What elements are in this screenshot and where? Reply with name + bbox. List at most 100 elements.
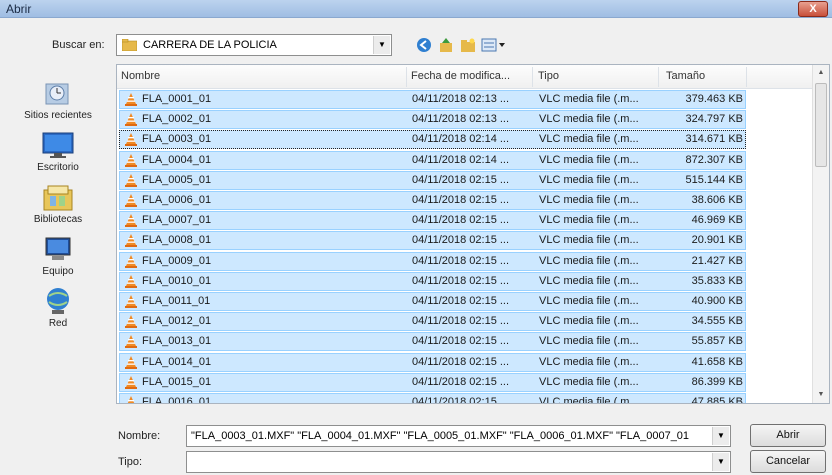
place-libraries[interactable]: Bibliotecas bbox=[6, 182, 110, 225]
file-type: VLC media file (.m... bbox=[539, 93, 639, 105]
filetype-label: Tipo: bbox=[118, 456, 143, 468]
place-label: Equipo bbox=[42, 266, 74, 277]
file-row[interactable]: FLA_0010_01 04/11/2018 02:15 ... VLC media… bbox=[119, 271, 746, 291]
file-date: 04/11/2018 02:15 ... bbox=[412, 234, 510, 247]
vlc-file-icon bbox=[125, 113, 137, 127]
file-row[interactable]: FLA_0014_01 04/11/2018 02:15 ... VLC media… bbox=[119, 352, 746, 372]
up-folder-icon[interactable] bbox=[436, 35, 456, 55]
place-label: Red bbox=[48, 318, 68, 329]
file-size: 314.671 KB bbox=[685, 133, 744, 146]
file-type: VLC media file (.m... bbox=[539, 335, 639, 348]
lookin-dropdown[interactable]: CARRERA DE LA POLICIA ▼ bbox=[116, 34, 392, 56]
file-row[interactable]: FLA_0009_01 04/11/2018 02:15 ... VLC media… bbox=[119, 251, 746, 271]
file-row[interactable]: FLA_0004_01 04/11/2018 02:14 ... VLC media… bbox=[119, 150, 746, 170]
chevron-down-icon[interactable]: ▼ bbox=[373, 36, 390, 54]
file-size: 41.658 KB bbox=[691, 355, 743, 368]
file-name: FLA_0010_01 bbox=[142, 274, 212, 287]
file-name: FLA_0003_01 bbox=[142, 133, 212, 146]
file-date: 04/11/2018 02:15 ... bbox=[412, 214, 510, 227]
scroll-down-icon[interactable]: ▼ bbox=[813, 387, 829, 403]
vertical-scrollbar[interactable]: ▲ ▼ bbox=[812, 65, 829, 403]
file-size: 38.606 KB bbox=[691, 194, 743, 206]
recent-places-icon bbox=[40, 78, 76, 108]
computer-icon bbox=[40, 234, 76, 264]
file-type: VLC media file (.m... bbox=[539, 113, 639, 126]
file-name: FLA_0007_01 bbox=[142, 214, 212, 227]
file-row[interactable]: FLA_0007_01 04/11/2018 02:15 ... VLC media… bbox=[119, 211, 746, 231]
file-row[interactable]: FLA_0001_01 04/11/2018 02:13 ... VLC media… bbox=[119, 90, 746, 109]
file-name: FLA_0012_01 bbox=[142, 315, 212, 328]
filetype-dropdown[interactable]: ▼ bbox=[186, 451, 731, 473]
vlc-file-icon bbox=[125, 153, 137, 167]
file-row[interactable]: FLA_0015_01 04/11/2018 02:15 ... VLC media… bbox=[119, 372, 746, 392]
file-date: 04/11/2018 02:15 ... bbox=[412, 315, 510, 328]
cancel-button[interactable]: Cancelar bbox=[750, 450, 826, 473]
column-header-name[interactable]: Nombre bbox=[121, 70, 160, 82]
scroll-thumb[interactable] bbox=[815, 83, 827, 167]
file-row[interactable]: FLA_0011_01 04/11/2018 02:15 ... VLC media… bbox=[119, 292, 746, 311]
vlc-file-icon bbox=[125, 234, 137, 248]
place-computer[interactable]: Equipo bbox=[6, 234, 110, 277]
file-row[interactable]: FLA_0008_01 04/11/2018 02:15 ... VLC media… bbox=[119, 231, 746, 251]
lookin-label: Buscar en: bbox=[52, 39, 105, 51]
filename-field[interactable]: "FLA_0003_01.MXF" "FLA_0004_01.MXF" "FLA… bbox=[186, 425, 731, 447]
filename-value[interactable]: "FLA_0003_01.MXF" "FLA_0004_01.MXF" "FLA… bbox=[191, 430, 689, 442]
column-header-date[interactable]: Fecha de modifica... bbox=[411, 70, 510, 82]
back-icon[interactable] bbox=[414, 35, 434, 55]
file-row[interactable]: FLA_0003_01 04/11/2018 02:14 ... VLC media… bbox=[119, 130, 746, 150]
file-size: 35.833 KB bbox=[691, 274, 743, 287]
vlc-file-icon bbox=[125, 355, 137, 369]
file-name: FLA_0014_01 bbox=[142, 355, 212, 368]
file-row[interactable]: FLA_0013_01 04/11/2018 02:15 ... VLC media… bbox=[119, 332, 746, 352]
file-name: FLA_0001_01 bbox=[142, 93, 212, 105]
file-row[interactable]: FLA_0002_01 04/11/2018 02:13 ... VLC media… bbox=[119, 110, 746, 130]
column-separator[interactable] bbox=[406, 67, 407, 87]
list-header: Nombre Fecha de modifica... Tipo Tamaño bbox=[117, 65, 813, 89]
place-label: Sitios recientes bbox=[24, 110, 92, 121]
view-menu-icon[interactable] bbox=[480, 35, 508, 55]
file-name: FLA_0004_01 bbox=[142, 153, 212, 166]
place-network[interactable]: Red bbox=[6, 286, 110, 329]
file-date: 04/11/2018 02:15 ... bbox=[412, 254, 510, 267]
scroll-up-icon[interactable]: ▲ bbox=[813, 65, 829, 81]
place-recent[interactable]: Sitios recientes bbox=[6, 78, 110, 121]
file-date: 04/11/2018 02:15 ... bbox=[412, 396, 510, 404]
file-list[interactable]: Nombre Fecha de modifica... Tipo Tamaño … bbox=[116, 64, 830, 404]
file-size: 34.555 KB bbox=[691, 315, 743, 328]
column-separator[interactable] bbox=[658, 67, 659, 87]
file-date: 04/11/2018 02:13 ... bbox=[412, 113, 510, 126]
file-name: FLA_0008_01 bbox=[142, 234, 212, 247]
file-date: 04/11/2018 02:15 ... bbox=[412, 335, 510, 348]
file-row[interactable]: FLA_0006_01 04/11/2018 02:15 ... VLC media… bbox=[119, 191, 746, 210]
file-type: VLC media file (.m... bbox=[539, 133, 639, 146]
file-date: 04/11/2018 02:15 ... bbox=[412, 173, 510, 186]
file-name: FLA_0002_01 bbox=[142, 113, 212, 126]
file-name: FLA_0011_01 bbox=[142, 295, 211, 307]
vlc-file-icon bbox=[125, 295, 137, 308]
new-folder-icon[interactable] bbox=[458, 35, 478, 55]
lookin-value: CARRERA DE LA POLICIA bbox=[143, 39, 277, 51]
place-desktop[interactable]: Escritorio bbox=[6, 130, 110, 173]
file-type: VLC media file (.m... bbox=[539, 214, 639, 227]
file-row[interactable]: FLA_0005_01 04/11/2018 02:15 ... VLC media… bbox=[119, 170, 746, 190]
file-name: FLA_0016_01 bbox=[142, 396, 212, 404]
file-type: VLC media file (.m... bbox=[539, 234, 639, 247]
column-header-size[interactable]: Tamaño bbox=[666, 70, 705, 82]
column-header-type[interactable]: Tipo bbox=[538, 70, 559, 82]
place-label: Escritorio bbox=[37, 162, 79, 173]
close-button[interactable]: X bbox=[798, 1, 828, 17]
vlc-file-icon bbox=[125, 173, 137, 187]
chevron-down-icon[interactable]: ▼ bbox=[712, 453, 729, 471]
open-button[interactable]: Abrir bbox=[750, 424, 826, 447]
file-date: 04/11/2018 02:15 ... bbox=[412, 274, 510, 287]
vlc-file-icon bbox=[125, 133, 137, 147]
file-type: VLC media file (.m... bbox=[539, 173, 639, 186]
file-row[interactable]: FLA_0016_01 04/11/2018 02:15 ... VLC media… bbox=[119, 393, 746, 404]
column-separator[interactable] bbox=[746, 67, 747, 87]
column-separator[interactable] bbox=[532, 67, 533, 87]
file-row[interactable]: FLA_0012_01 04/11/2018 02:15 ... VLC media… bbox=[119, 312, 746, 332]
places-bar: Sitios recientes Escritorio Bibliotecas … bbox=[6, 64, 110, 424]
file-date: 04/11/2018 02:13 ... bbox=[412, 93, 510, 105]
chevron-down-icon[interactable]: ▼ bbox=[712, 427, 729, 445]
place-label: Bibliotecas bbox=[33, 214, 83, 225]
